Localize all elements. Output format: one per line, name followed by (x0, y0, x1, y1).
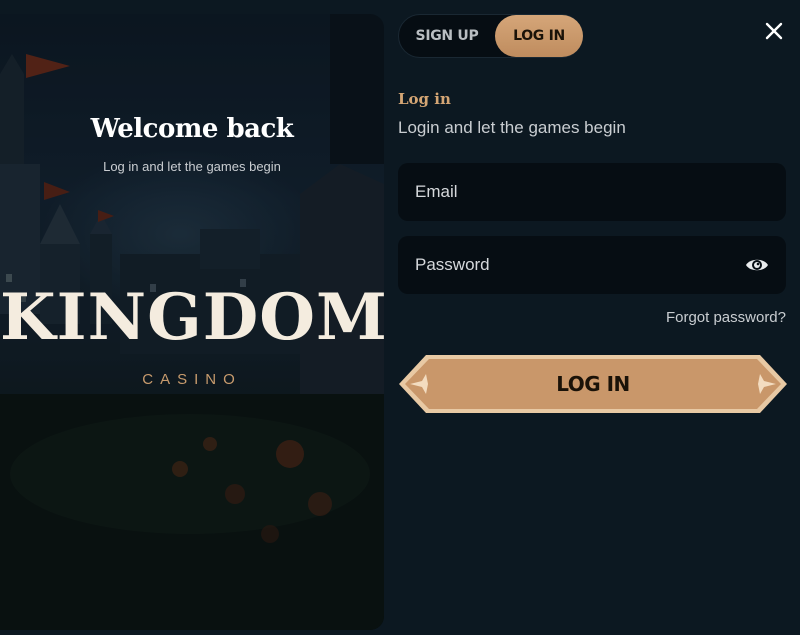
email-field (398, 163, 786, 221)
form-heading: Log in (398, 90, 451, 108)
forgot-password-link[interactable]: Forgot password? (666, 309, 786, 326)
casino-logo-subtitle: CASINO (142, 371, 242, 388)
close-icon (765, 22, 783, 40)
log-in-button-label: LOG IN (556, 372, 630, 396)
tab-sign-up[interactable]: SIGN UP (399, 15, 495, 57)
form-subheading: Login and let the games begin (398, 118, 626, 137)
login-modal: Welcome back Log in and let the games be… (0, 0, 800, 635)
kingdom-logo: KINGDOM (0, 280, 384, 355)
password-field (398, 236, 786, 294)
eye-icon[interactable] (744, 253, 770, 277)
auth-tabs: SIGN UP LOG IN (398, 14, 583, 58)
close-button[interactable] (762, 19, 786, 43)
tab-log-in[interactable]: LOG IN (495, 15, 583, 57)
hero-panel: Welcome back Log in and let the games be… (0, 14, 384, 630)
welcome-title: Welcome back (90, 114, 294, 144)
password-input[interactable] (398, 236, 786, 294)
email-input[interactable] (398, 163, 786, 221)
welcome-subtitle: Log in and let the games begin (103, 159, 281, 174)
log-in-button[interactable]: LOG IN (398, 354, 788, 414)
